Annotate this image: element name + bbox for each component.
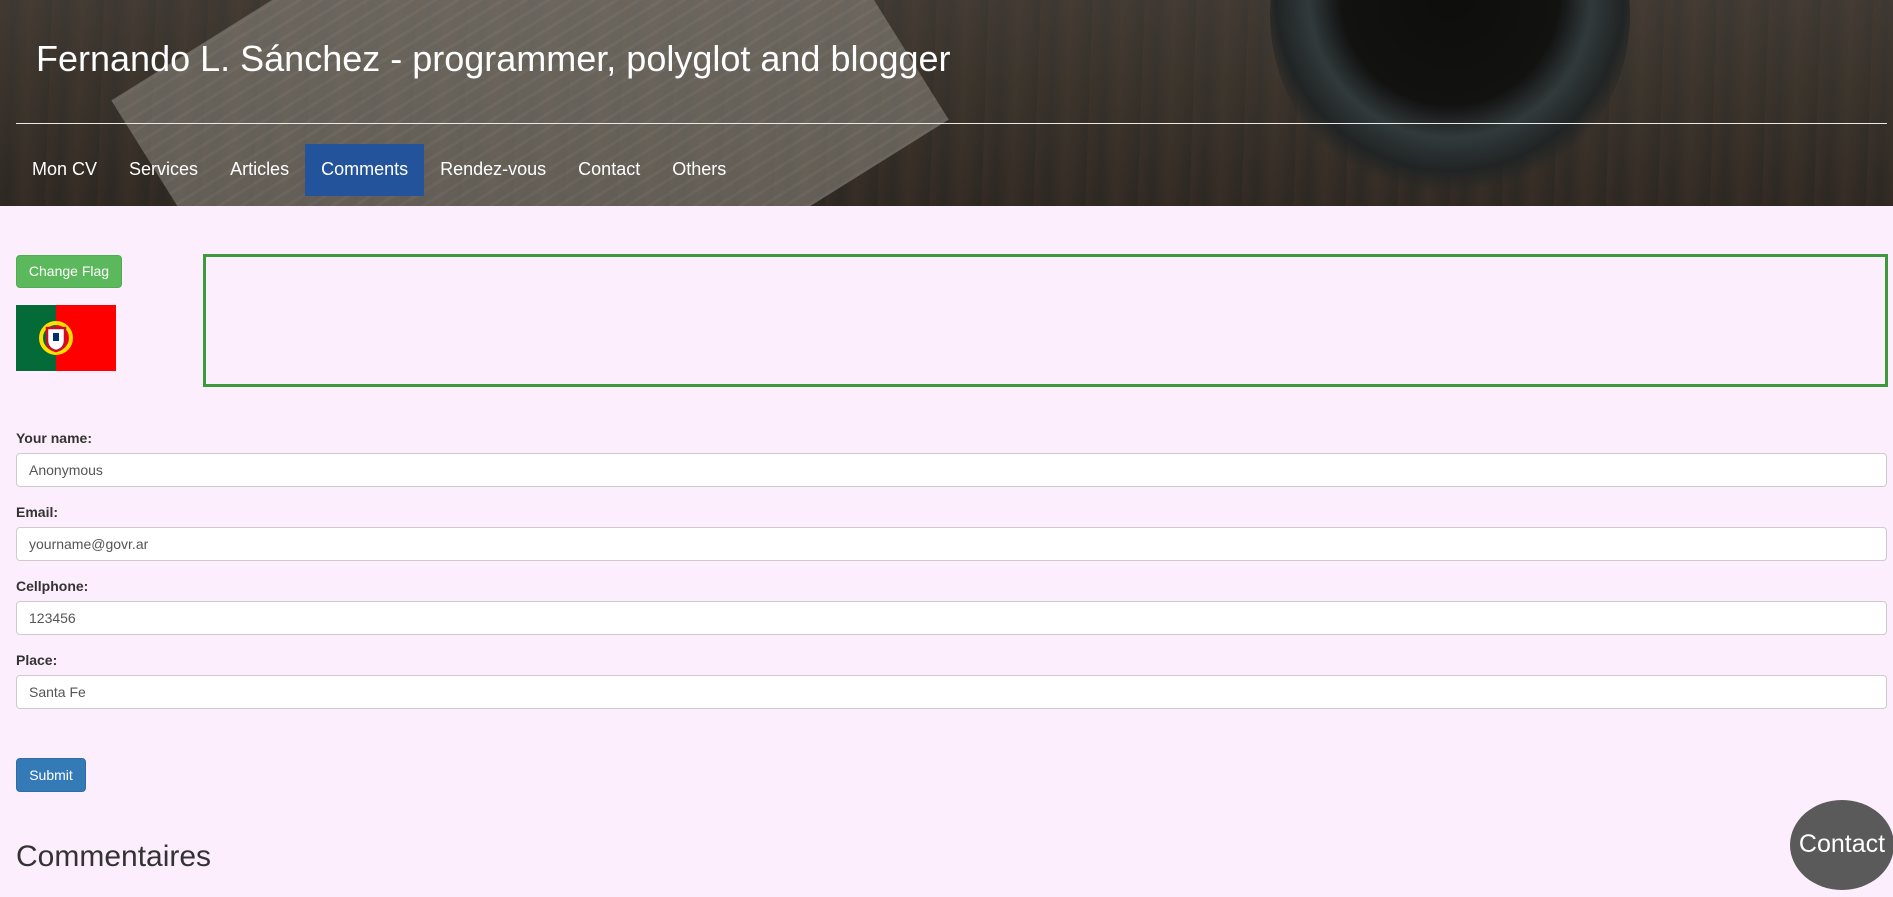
header-divider [16, 123, 1887, 124]
submit-button[interactable]: Submit [16, 758, 86, 792]
contact-floating-button[interactable]: Contact [1790, 800, 1893, 890]
nav-item-services[interactable]: Services [113, 144, 214, 196]
cellphone-label: Cellphone: [16, 578, 89, 594]
cellphone-input[interactable] [16, 601, 1887, 635]
nav-item-articles[interactable]: Articles [214, 144, 305, 196]
email-label: Email: [16, 504, 59, 520]
place-input[interactable] [16, 675, 1887, 709]
nav-item-others[interactable]: Others [656, 144, 742, 196]
name-label: Your name: [16, 430, 92, 446]
email-input[interactable] [16, 527, 1887, 561]
nav-item-mon-cv[interactable]: Mon CV [16, 144, 113, 196]
name-input[interactable] [16, 453, 1887, 487]
comments-heading: Commentaires [16, 840, 212, 873]
nav-item-rendez-vous[interactable]: Rendez-vous [424, 144, 562, 196]
nav-item-comments[interactable]: Comments [305, 144, 425, 196]
site-title: Fernando L. Sánchez - programmer, polygl… [36, 38, 951, 79]
place-label: Place: [16, 652, 58, 668]
site-header: Fernando L. Sánchez - programmer, polygl… [0, 0, 1893, 206]
flag-display-area [203, 254, 1888, 387]
change-flag-button[interactable]: Change Flag [16, 255, 122, 288]
portugal-flag-icon [16, 305, 116, 371]
nav-item-contact[interactable]: Contact [562, 144, 656, 196]
main-nav: Mon CV Services Articles Comments Rendez… [16, 144, 742, 196]
